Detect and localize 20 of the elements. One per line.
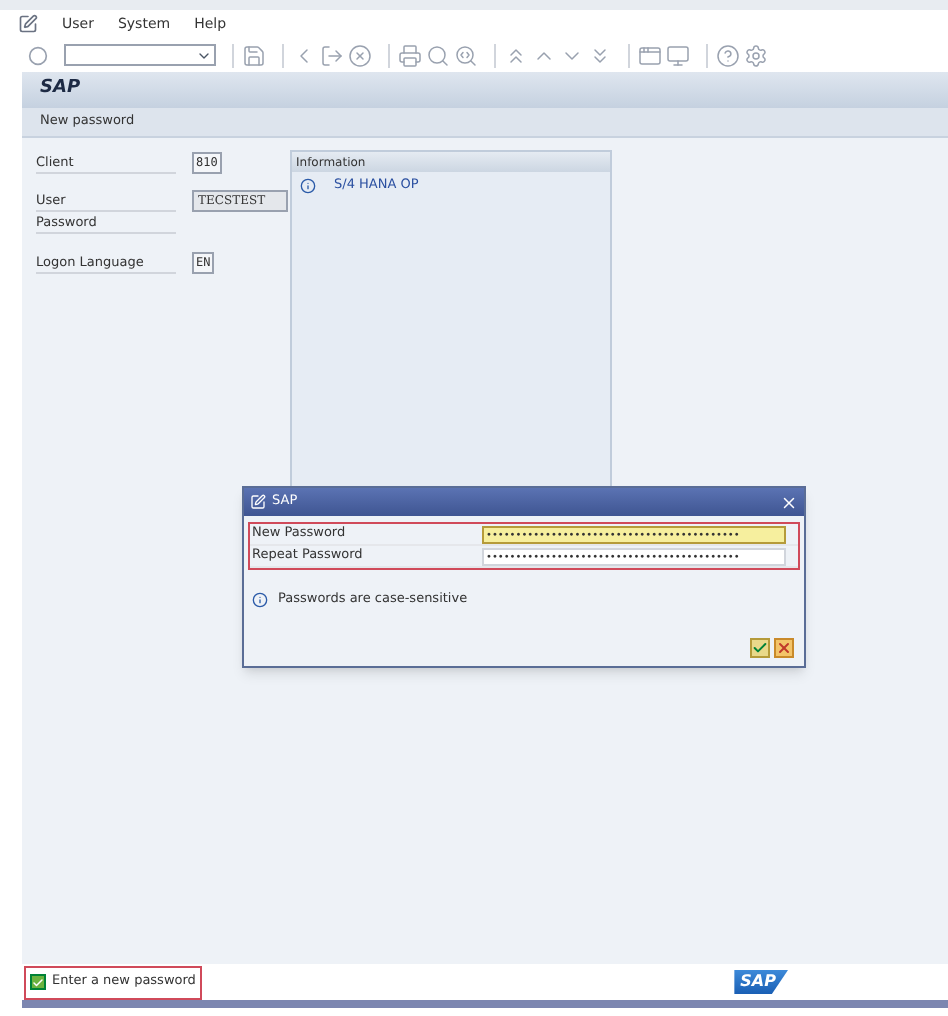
confirm-button[interactable] [750,638,770,658]
close-icon[interactable] [780,493,798,511]
search-icon[interactable] [426,43,450,67]
find-next-icon[interactable] [454,43,478,67]
enter-icon[interactable] [28,45,48,65]
save-icon[interactable] [242,43,266,67]
exit-icon[interactable] [320,43,344,67]
print-icon[interactable] [398,43,422,67]
first-page-icon[interactable] [504,43,528,67]
command-field[interactable] [64,44,216,66]
app-title: SAP [40,76,81,103]
help-icon[interactable] [716,43,740,67]
new-session-icon[interactable] [638,43,662,67]
last-page-icon[interactable] [588,43,612,67]
sap-logo: SAP [734,970,788,994]
info-icon [252,591,268,608]
info-icon [300,177,316,194]
cancel-button[interactable] [774,638,794,658]
cancel-icon[interactable] [348,43,372,67]
settings-icon[interactable] [744,43,768,67]
